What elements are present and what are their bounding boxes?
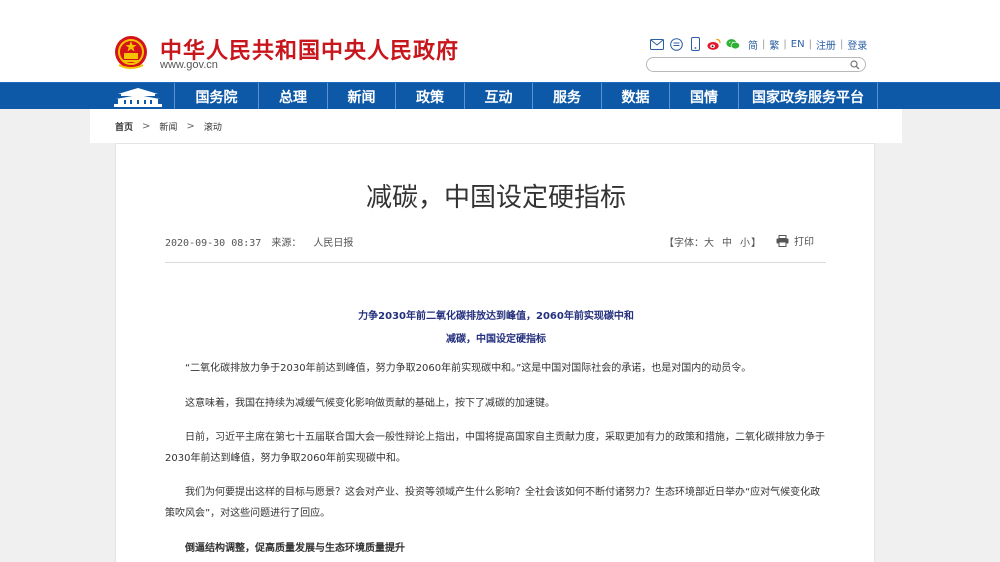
- nav-item-national-info[interactable]: 国情: [669, 83, 738, 110]
- print-button[interactable]: 打印: [776, 233, 814, 248]
- printer-icon: [776, 234, 789, 247]
- chat-icon[interactable]: [669, 37, 683, 51]
- nav-item-service-platform[interactable]: 国家政务服务平台: [738, 83, 878, 110]
- article-paragraph: 这意味着，我国在持续为减缓气候变化影响做贡献的基础上，按下了减碳的加速键。: [185, 398, 555, 409]
- article-paragraph: “二氧化碳排放力争于2030年前达到峰值，努力争取2060年前实现碳中和。”这是…: [185, 363, 752, 374]
- link-traditional[interactable]: 繁: [769, 37, 779, 52]
- weibo-icon[interactable]: [707, 37, 721, 51]
- font-size-label: 【字体：: [664, 238, 704, 249]
- article-subtitle-2: 减碳，中国设定硬指标: [446, 334, 546, 345]
- breadcrumb: 首页 > 新闻 > 滚动: [90, 109, 902, 143]
- link-english[interactable]: EN: [791, 39, 805, 50]
- search-icon[interactable]: [850, 60, 860, 70]
- article-paragraph: 我们为何要提出这样的目标与愿景？这会对产业、投资等领域产生什么影响？全社会该如何…: [165, 487, 821, 519]
- mobile-icon[interactable]: [688, 37, 702, 51]
- nav-item-news[interactable]: 新闻: [327, 83, 395, 110]
- main-nav: 国务院 总理 新闻 政策 互动 服务 数据 国情 国家政务服务平台: [0, 82, 1000, 110]
- link-separator: |: [839, 38, 844, 50]
- wechat-icon[interactable]: [726, 37, 740, 51]
- tiananmen-gate-icon[interactable]: [112, 86, 164, 108]
- article-container: 减碳，中国设定硬指标 2020-09-30 08:37 来源： 人民日报 【字体： …: [115, 143, 875, 562]
- national-emblem-icon[interactable]: [114, 35, 148, 71]
- chevron-right-icon: >: [142, 121, 151, 132]
- site-url[interactable]: www.gov.cn: [160, 59, 218, 71]
- article-subtitle: 力争2030年前二氧化碳排放达到峰值，2060年前实现碳中和: [358, 311, 634, 322]
- source-name: 人民日报: [313, 238, 354, 249]
- nav-item-state-council[interactable]: 国务院: [174, 83, 258, 110]
- search-input[interactable]: [655, 59, 845, 70]
- link-separator: |: [808, 38, 812, 50]
- link-simplified[interactable]: 简: [748, 37, 758, 52]
- header-links: 简 | 繁 | EN | 注册 | 登录: [748, 37, 867, 52]
- nav-item-interaction[interactable]: 互动: [464, 83, 532, 110]
- font-size-close: 】: [751, 238, 761, 249]
- section-heading: 倒逼结构调整，促高质量发展与生态环境质量提升: [185, 543, 405, 554]
- source-label: 来源：: [271, 238, 302, 249]
- font-size-large[interactable]: 大: [704, 234, 714, 249]
- nav-item-data[interactable]: 数据: [601, 83, 669, 110]
- font-size-control: 【字体： 大 中 小 】: [664, 234, 761, 249]
- breadcrumb-news[interactable]: 新闻: [159, 120, 177, 133]
- breadcrumb-home[interactable]: 首页: [115, 120, 133, 133]
- publish-time: 2020-09-30 08:37: [165, 238, 262, 249]
- nav-item-service[interactable]: 服务: [532, 83, 601, 110]
- header-tools: 简 | 繁 | EN | 注册 | 登录: [650, 36, 867, 52]
- mail-icon[interactable]: [650, 37, 664, 51]
- search-box[interactable]: [646, 57, 866, 72]
- meta-divider: [165, 262, 826, 263]
- breadcrumb-row: 首页 > 新闻 > 滚动: [115, 120, 222, 133]
- link-separator: |: [783, 38, 787, 50]
- font-size-small[interactable]: 小: [740, 234, 750, 249]
- link-separator: |: [762, 38, 766, 50]
- article-title: 减碳，中国设定硬指标: [365, 183, 626, 213]
- breadcrumb-rolling[interactable]: 滚动: [204, 120, 222, 133]
- print-label: 打印: [794, 237, 814, 248]
- article-meta: 2020-09-30 08:37 来源： 人民日报: [165, 234, 353, 249]
- site-header: 中华人民共和国中央人民政府 www.gov.cn 简 | 繁 | EN | 注册…: [0, 0, 1000, 82]
- link-register[interactable]: 注册: [816, 37, 836, 52]
- article-paragraph: 日前，习近平主席在第七十五届联合国大会一般性辩论上指出，中国将提高国家自主贡献力…: [165, 432, 825, 464]
- chevron-right-icon: >: [186, 121, 195, 132]
- link-login[interactable]: 登录: [847, 37, 867, 52]
- nav-item-policy[interactable]: 政策: [395, 83, 464, 110]
- font-size-medium[interactable]: 中: [722, 234, 732, 249]
- nav-items: 国务院 总理 新闻 政策 互动 服务 数据 国情 国家政务服务平台: [174, 83, 878, 110]
- nav-item-premier[interactable]: 总理: [258, 83, 327, 110]
